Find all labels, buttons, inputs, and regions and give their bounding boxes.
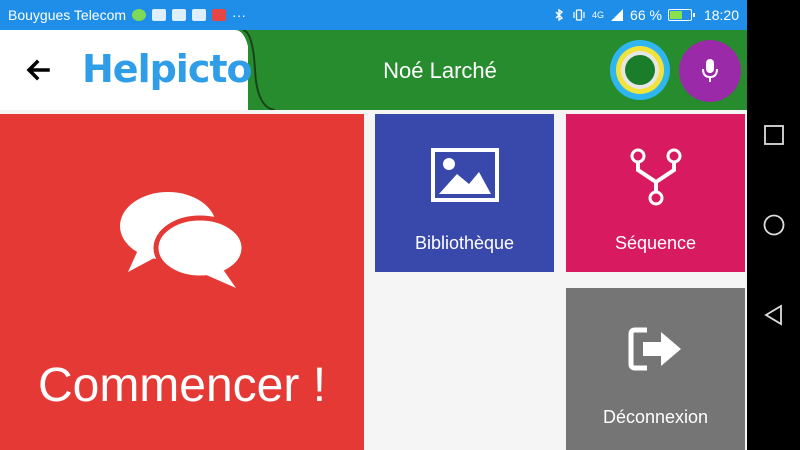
user-name: Noé Larché [383,58,497,83]
app-screen: Bouygues Telecom ··· 4G 66 % 18:20 Helpi… [0,0,800,450]
microphone-button[interactable] [679,40,741,102]
library-tile[interactable]: Bibliothèque [375,114,554,272]
globe-icon [132,9,147,21]
speech-bubbles-icon [120,192,246,288]
signal-icon [611,9,624,21]
profile-ring-button[interactable] [610,40,670,100]
voicemail-icon [152,9,167,21]
app-header: Helpicto Noé Larché [0,30,747,110]
library-label: Bibliothèque [414,233,515,253]
logout-tile[interactable]: Déconnexion [566,288,745,450]
clock: 18:20 [703,7,739,23]
exit-icon [628,327,681,371]
vibrate-icon [573,9,585,21]
mail-icon [212,9,227,21]
profile-ring-grey [621,51,659,89]
fork-icon [630,148,681,206]
profile-ring-yellow [616,46,664,94]
carrier-name: Bouygues Telecom [8,7,127,23]
bluetooth-icon [555,8,564,22]
back-nav-icon[interactable] [763,304,785,326]
logout-label: Déconnexion [602,407,709,427]
navigation-bar [747,0,800,450]
status-bar: Bouygues Telecom ··· 4G 66 % 18:20 [0,0,747,30]
profile-ring-center [625,55,655,85]
status-right: 4G 66 % 18:20 [552,7,739,23]
battery-icon [667,9,695,21]
battery-percent: 66 % [630,7,662,23]
sequence-tile[interactable]: Séquence [566,114,745,272]
download-icon [172,9,187,21]
back-arrow-icon[interactable] [24,58,52,82]
image-icon [430,148,499,202]
sequence-label: Séquence [614,233,697,253]
network-type: 4G [592,10,605,20]
office-icon [192,9,207,21]
start-label: Commencer ! [37,359,327,412]
start-tile[interactable]: Commencer ! [0,114,364,450]
helpicto-logo: Helpicto [82,47,253,91]
microphone-icon [702,59,718,82]
recent-apps-icon[interactable] [763,124,785,146]
status-left: Bouygues Telecom ··· [8,7,246,23]
home-icon[interactable] [763,214,785,236]
more-notifications: ··· [232,7,247,23]
